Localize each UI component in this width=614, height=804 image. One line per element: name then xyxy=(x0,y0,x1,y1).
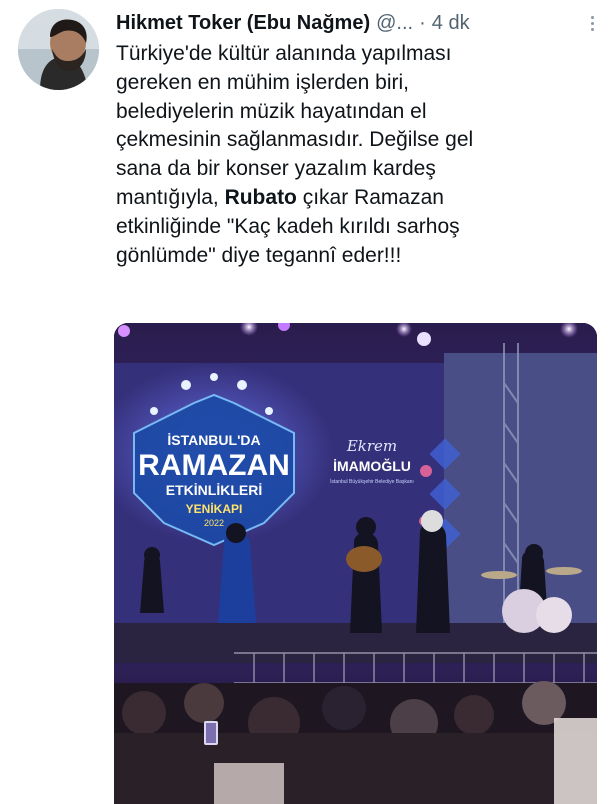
tweet-text-line: mantığıyla, Rubato çıkar Ramazan xyxy=(116,184,596,213)
sponsor-sub: İstanbul Büyükşehir Belediye Başkanı xyxy=(330,478,414,485)
tweet-header: Hikmet Toker (Ebu Nağme) @... · 4 dk xyxy=(116,8,602,38)
tweet-text-segment: mantığıyla, xyxy=(116,185,225,209)
banner-line-4: YENİKAPI xyxy=(186,501,243,516)
author-avatar[interactable] xyxy=(18,9,99,90)
author-name[interactable]: Hikmet Toker (Ebu Nağme) xyxy=(116,12,370,35)
tweet-media-photo[interactable]: İSTANBUL'DA RAMAZAN ETKİNLİKLERİ YENİKAP… xyxy=(114,323,597,804)
tweet-text-line: gereken en mühim işlerden biri, xyxy=(116,70,409,94)
tweet-timestamp[interactable]: 4 dk xyxy=(432,12,470,35)
banner-year: 2022 xyxy=(204,518,224,528)
avatar-image xyxy=(18,9,99,90)
more-options-icon[interactable] xyxy=(582,10,602,36)
banner-line-3: ETKİNLİKLERİ xyxy=(166,482,262,498)
sponsor-script: Ekrem xyxy=(346,437,397,455)
tweet-text-line: etkinliğinde "Kaç kadeh kırıldı sarhoş xyxy=(116,214,460,238)
sponsor-name: İMAMOĞLU xyxy=(333,457,411,474)
header-separator: · xyxy=(419,11,426,34)
tweet-text-bold: Rubato xyxy=(224,185,297,209)
tweet-text-line: gönlümde" diye tegannî eder!!! xyxy=(116,243,402,267)
banner-line-2: RAMAZAN xyxy=(138,449,290,482)
tweet-text-line: Türkiye'de kültür alanında yapılması xyxy=(116,42,452,65)
tweet-text-line: sana da bir konser yazalım kardeş xyxy=(116,157,436,181)
banner-line-1: İSTANBUL'DA xyxy=(167,432,260,448)
concert-photo: İSTANBUL'DA RAMAZAN ETKİNLİKLERİ YENİKAP… xyxy=(114,323,597,804)
tweet-text-line: çekmesinin sağlanmasıdır. Değilse gel xyxy=(116,128,474,152)
tweet-text: Türkiye'de kültür alanında yapılması ger… xyxy=(116,40,596,270)
tweet-text-segment: çıkar Ramazan xyxy=(296,185,444,209)
author-handle[interactable]: @... xyxy=(376,12,413,35)
tweet-text-line: belediyelerin müzik hayatından el xyxy=(116,99,427,123)
